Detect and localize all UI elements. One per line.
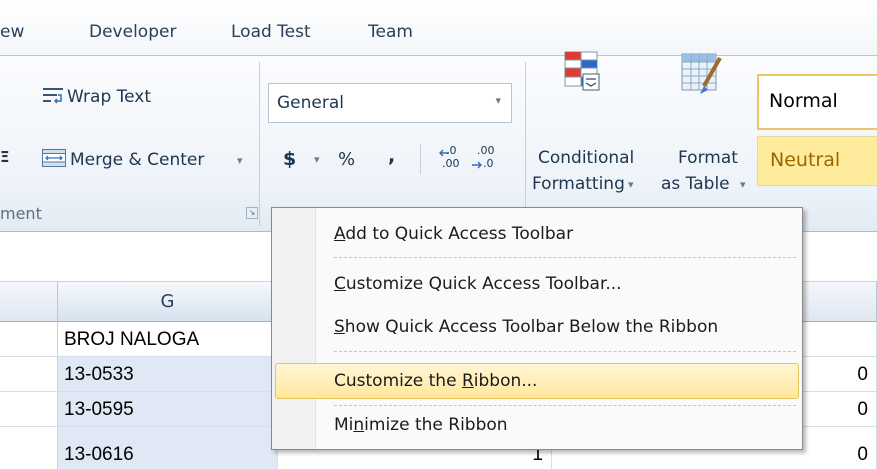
merge-center-icon <box>42 149 66 167</box>
column-header-g[interactable]: G <box>58 282 278 322</box>
ribbon-tab-row: ew Developer Load Test Team <box>0 0 877 56</box>
currency-arrow-icon[interactable]: ▾ <box>314 153 320 166</box>
percent-style-button[interactable]: % <box>338 149 355 170</box>
menu-item-accelerator: S <box>334 317 345 337</box>
format-as-table-label-1: Format <box>678 148 738 168</box>
menu-item-accelerator: C <box>334 274 346 294</box>
tab-team[interactable]: Team <box>368 22 413 42</box>
table-row <box>0 427 58 470</box>
menu-separator <box>334 351 796 352</box>
comma-style-button[interactable]: , <box>388 145 395 167</box>
merge-center-label: Merge & Center <box>70 150 205 170</box>
table-row <box>0 357 58 392</box>
column-header-f[interactable] <box>0 282 58 322</box>
format-as-table-arrow-icon: ▾ <box>740 178 746 191</box>
menu-item-text: how Quick Access Toolbar Below the Ribbo… <box>344 317 719 337</box>
group-separator <box>525 62 526 207</box>
cell-g[interactable]: 13-0616 <box>58 427 278 470</box>
menu-item-text: dd to Quick Access Toolbar <box>345 224 574 244</box>
wrap-text-icon <box>43 88 63 104</box>
number-separator <box>420 144 421 174</box>
increase-decimal-label: .00 <box>442 157 460 170</box>
menu-item-accelerator: R <box>461 371 474 391</box>
wrap-text-label: Wrap Text <box>67 87 152 107</box>
ribbon-context-menu: Add to Quick Access Toolbar Customize Qu… <box>271 207 803 450</box>
menu-item-text: Customize the <box>334 371 462 391</box>
menu-separator <box>334 405 796 406</box>
cell-g[interactable]: 13-0533 <box>58 357 278 392</box>
group-separator <box>259 62 260 226</box>
menu-separator <box>334 257 796 258</box>
alignment-dialog-launcher-icon[interactable]: ↘ <box>246 207 258 219</box>
currency-format-button[interactable]: $ <box>283 148 296 170</box>
menu-item-text: imize the Ribbon <box>364 415 508 435</box>
tab-view[interactable]: ew <box>0 22 24 42</box>
decrease-decimal-label: .00 <box>477 144 495 157</box>
style-neutral-label: Neutral <box>770 149 841 171</box>
conditional-formatting-label-1: Conditional <box>538 148 635 168</box>
ribbon-body: Ξ Wrap Text Merge & Center ▾ ment ↘ Gene… <box>0 51 877 232</box>
decrease-decimal-button[interactable]: .00 .0 <box>471 144 497 174</box>
menu-item-customize-ribbon[interactable]: Customize the Ribbon... <box>275 363 799 399</box>
format-as-table-icon <box>681 53 722 94</box>
cell-g[interactable]: BROJ NALOGA <box>58 322 278 357</box>
table-row <box>0 322 58 357</box>
style-neutral[interactable]: Neutral <box>757 136 877 186</box>
increase-decimal-button[interactable]: .0 .00 <box>438 144 464 174</box>
arrow-right-icon <box>472 161 482 169</box>
conditional-formatting-label-2: Formatting <box>532 174 625 194</box>
menu-item-minimize-ribbon[interactable]: Minimize the Ribbon <box>275 407 799 443</box>
menu-item-show-quick-access-below[interactable]: Show Quick Access Toolbar Below the Ribb… <box>275 309 799 345</box>
table-row <box>0 392 58 427</box>
conditional-formatting-arrow-icon: ▾ <box>628 178 634 191</box>
number-format-dropdown[interactable]: General ▾ <box>268 83 512 123</box>
menu-item-accelerator: A <box>334 224 346 244</box>
tab-load-test[interactable]: Load Test <box>231 22 311 42</box>
style-normal-label: Normal <box>769 90 838 112</box>
align-justify-icon[interactable]: Ξ <box>0 148 9 166</box>
number-format-value: General <box>277 93 344 113</box>
menu-item-add-to-quick-access[interactable]: Add to Quick Access Toolbar <box>275 216 799 252</box>
alignment-group-label: ment <box>0 204 42 223</box>
menu-item-text: Mi <box>334 415 354 435</box>
format-as-table-label-2: as Table <box>661 174 730 194</box>
conditional-formatting-icon <box>564 51 600 91</box>
menu-item-text: ustomize Quick Access Toolbar... <box>345 274 622 294</box>
style-normal[interactable]: Normal <box>757 74 877 130</box>
merge-center-arrow-icon[interactable]: ▾ <box>237 154 243 167</box>
menu-item-accelerator: n <box>353 415 365 435</box>
menu-item-customize-quick-access[interactable]: Customize Quick Access Toolbar... <box>275 266 799 302</box>
menu-item-text: ibbon... <box>473 371 538 391</box>
tab-developer[interactable]: Developer <box>89 22 176 42</box>
cell-g[interactable]: 13-0595 <box>58 392 278 427</box>
chevron-down-icon: ▾ <box>495 94 501 107</box>
